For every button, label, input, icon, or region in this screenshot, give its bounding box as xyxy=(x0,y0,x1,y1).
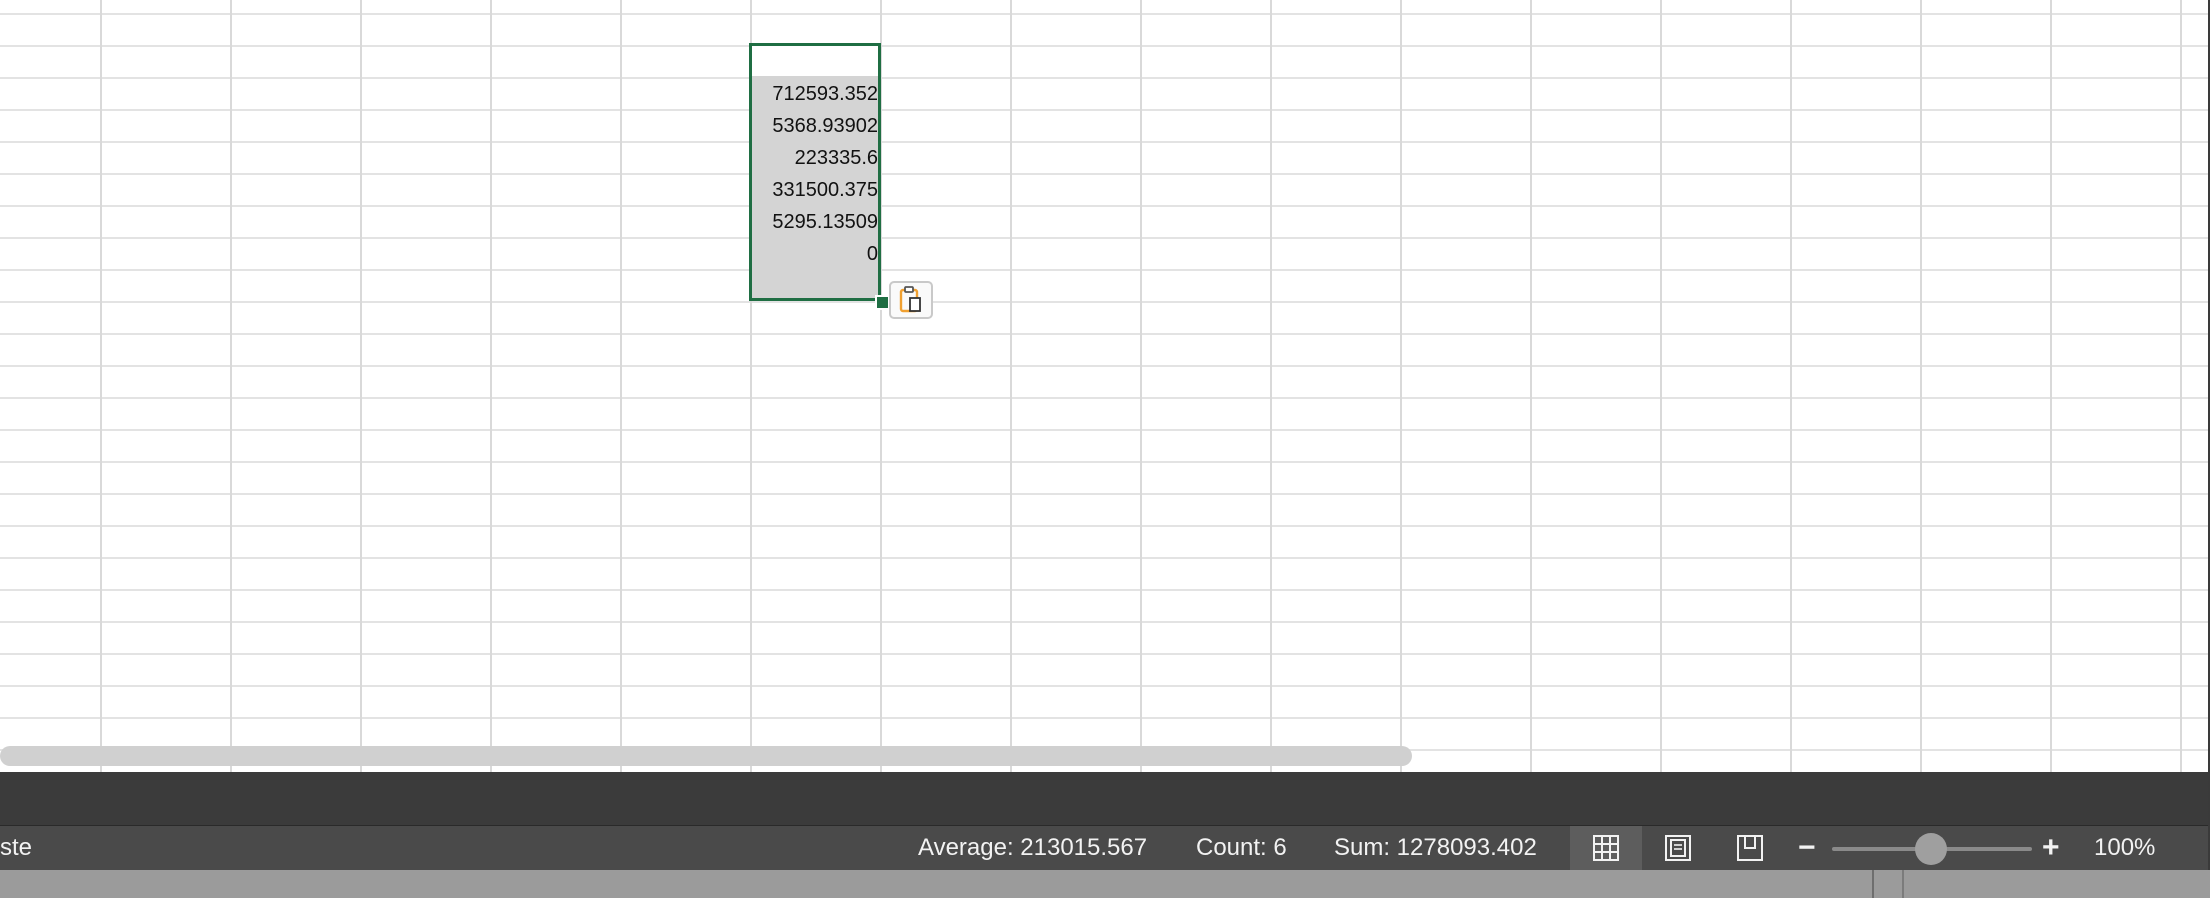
normal-view-button[interactable] xyxy=(1570,826,1642,870)
page-layout-icon xyxy=(1665,835,1691,861)
paste-options-button[interactable] xyxy=(889,281,933,319)
zoom-in-button[interactable]: + xyxy=(2042,826,2060,870)
fill-handle[interactable] xyxy=(875,295,890,310)
status-mode-text: ste xyxy=(0,834,33,861)
zoom-out-button[interactable]: − xyxy=(1798,826,1816,870)
status-sum[interactable]: Sum: 1278093.402 xyxy=(1334,826,1537,870)
worksheet-grid[interactable] xyxy=(0,0,2208,772)
status-average[interactable]: Average: 213015.567 xyxy=(918,826,1147,870)
horizontal-scrollbar-thumb[interactable] xyxy=(0,746,1412,766)
page-layout-view-button[interactable] xyxy=(1642,826,1714,870)
page-break-preview-button[interactable] xyxy=(1714,826,1786,870)
grid-view-icon xyxy=(1593,835,1619,861)
sheet-tab-bar xyxy=(0,772,2208,826)
status-count[interactable]: Count: 6 xyxy=(1196,826,1287,870)
clipboard-paste-icon xyxy=(899,286,921,313)
background-window-edge xyxy=(1902,870,1904,898)
spreadsheet-window: 712593.352 5368.93902 223335.6 331500.37… xyxy=(0,0,2208,870)
status-bar: ste Average: 213015.567 Count: 6 Sum: 12… xyxy=(0,826,2208,870)
zoom-percentage[interactable]: 100% xyxy=(2094,826,2155,870)
background-window-edge xyxy=(1872,870,1874,898)
zoom-slider-thumb[interactable] xyxy=(1915,833,1947,865)
page-break-preview-icon xyxy=(1737,835,1763,861)
desktop-background xyxy=(0,870,2210,898)
selection-border xyxy=(749,43,881,301)
